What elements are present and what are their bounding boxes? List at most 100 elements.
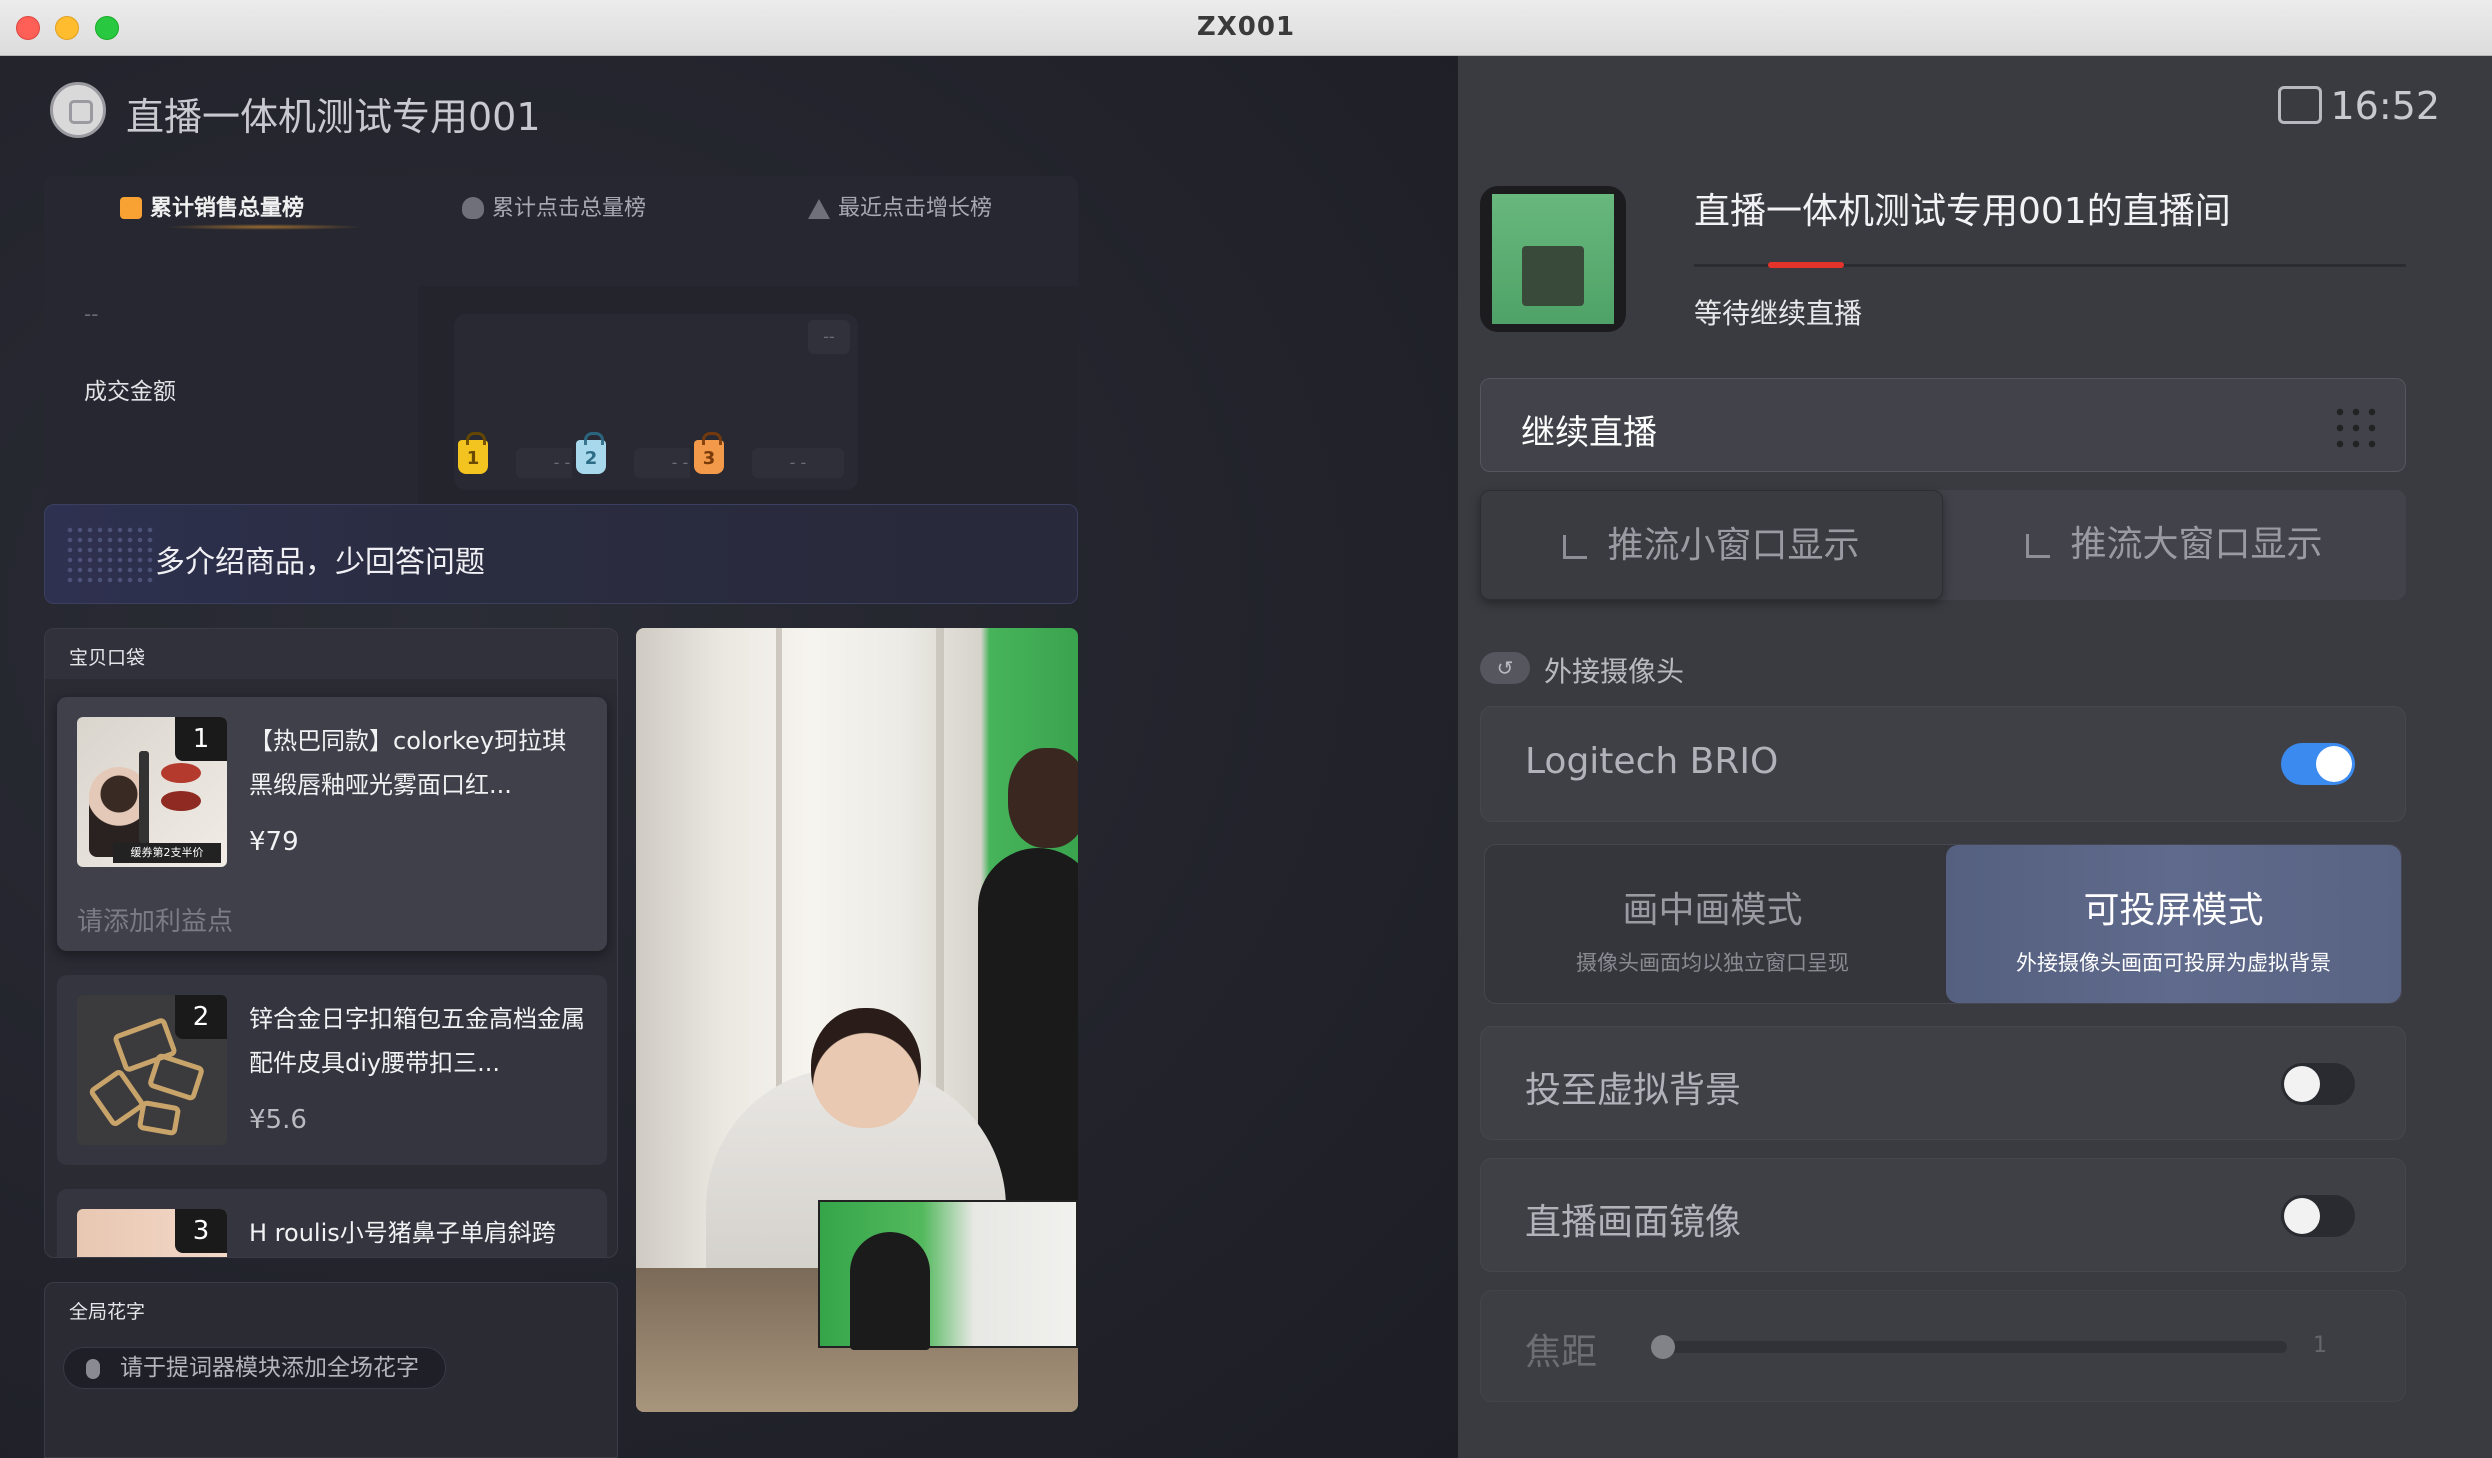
toggle-knob [2316, 746, 2352, 782]
window-title: ZX001 [1196, 12, 1296, 42]
focus-slider-track[interactable] [1657, 1341, 2287, 1353]
camera-name: Logitech BRIO [1525, 741, 1779, 782]
live-room-title: 直播一体机测试专用001的直播间 [1694, 191, 2231, 232]
product-name: H roulis小号猪鼻子单肩斜跨 [249, 1219, 556, 1247]
product-bag-title: 宝贝口袋 [69, 647, 146, 669]
focus-label: 焦距 [1525, 1332, 1598, 1373]
dots-pattern [65, 525, 155, 585]
virtual-background-row: 投至虚拟背景 [1480, 1026, 2406, 1140]
external-camera-label: 外接摄像头 [1544, 655, 1685, 688]
camera-row: Logitech BRIO [1480, 706, 2406, 822]
product-index: 3 [175, 1209, 227, 1253]
mirror-toggle[interactable] [2281, 1195, 2355, 1237]
product-name: 锌合金日字扣箱包五金高档金属配件皮具diy腰带扣三... [249, 1005, 585, 1077]
lip-swatch [161, 791, 201, 811]
virtual-background-toggle[interactable] [2281, 1063, 2355, 1105]
room-title: 直播一体机测试专用001 [126, 95, 541, 139]
product-item-2[interactable]: 2 锌合金日字扣箱包五金高档金属配件皮具diy腰带扣三... ¥5.6 [57, 975, 607, 1165]
window-titlebar: ZX001 [0, 0, 2492, 56]
mode-picture-in-picture[interactable]: 画中画模式 摄像头画面均以独立窗口呈现 [1485, 845, 1940, 1003]
left-pane: 直播一体机测试专用001 累计销售总量榜 累计点击总量榜 最近点击增长榜 -- … [0, 56, 1458, 1458]
toggle-knob [2284, 1066, 2320, 1102]
bag-icon [120, 197, 142, 219]
rank-slot-badge: -- [808, 320, 850, 354]
product-thumbnail: 3 [77, 1209, 227, 1257]
gmv-value: -- [84, 302, 99, 326]
pip-person [850, 1232, 930, 1350]
lip-swatch [161, 763, 201, 783]
host-tip-text: 多介绍商品，少回答问题 [155, 545, 485, 580]
title-divider-accent [1768, 262, 1844, 268]
camera-preview[interactable] [636, 628, 1078, 1412]
continue-live-button[interactable]: 继续直播 [1480, 378, 2406, 472]
live-room-cover[interactable] [1480, 186, 1626, 332]
add-benefit-point[interactable]: 请添加利益点 [77, 901, 233, 938]
product-item-1[interactable]: 缓券第2支半价 1 【热巴同款】colorkey珂拉琪黑缎唇釉哑光雾面口红...… [57, 697, 607, 951]
ranking-tabs: 累计销售总量榜 累计点击总量榜 最近点击增长榜 [44, 176, 1078, 232]
active-tab-indicator [164, 224, 364, 230]
mode-subtitle: 外接摄像头画面可投屏为虚拟背景 [2016, 951, 2331, 975]
back-icon[interactable]: ↺ [1480, 652, 1530, 684]
product-price: ¥5.6 [249, 1105, 307, 1135]
product-item-3[interactable]: 3 H roulis小号猪鼻子单肩斜跨 [57, 1189, 607, 1257]
buckle-shape [136, 1099, 182, 1137]
product-bag-header: 宝贝口袋 [45, 629, 617, 679]
focus-slider-handle[interactable] [1651, 1335, 1675, 1359]
product-bag-panel: 宝贝口袋 缓券第2支半价 1 【热巴同款】colorkey珂拉琪黑缎唇釉哑光雾面… [44, 628, 618, 1258]
global-flower-text-panel: 全局花字 请于提词器模块添加全场花字 [44, 1282, 618, 1458]
focus-row: 焦距 1 [1480, 1290, 2406, 1402]
monitor-icon [2278, 86, 2322, 124]
medal-bronze-icon: 3 [694, 432, 724, 474]
tab-sales-total[interactable]: 累计销售总量榜 [120, 190, 304, 222]
ranking-card: 累计销售总量榜 累计点击总量榜 最近点击增长榜 -- 成交金额 -- 1 - -… [44, 176, 1078, 536]
product-thumbnail: 缓券第2支半价 1 [77, 717, 227, 867]
thumbnail-promo-tag: 缓券第2支半价 [113, 843, 221, 863]
microphone-icon [86, 1359, 100, 1379]
tab-clicks-total[interactable]: 累计点击总量榜 [462, 190, 646, 222]
flower-text-hint[interactable]: 请于提词器模块添加全场花字 [63, 1347, 446, 1389]
product-price: ¥79 [249, 827, 299, 857]
tab-clicks-growth[interactable]: 最近点击增长榜 [808, 190, 992, 222]
mode-title: 画中画模式 [1622, 890, 1803, 931]
backdrop-fold [936, 628, 944, 1108]
gmv-label: 成交金额 [84, 379, 176, 405]
medal-gold-icon: 1 [458, 432, 488, 474]
seated-person-face [811, 1008, 921, 1128]
clock-time: 16:52 [2330, 84, 2440, 128]
stream-small-window-button[interactable]: 推流小窗口显示 [1480, 490, 1943, 600]
grip-dots-icon[interactable] [2331, 403, 2381, 453]
flower-text-placeholder: 请于提词器模块添加全场花字 [120, 1355, 419, 1381]
mode-castable[interactable]: 可投屏模式 外接摄像头画面可投屏为虚拟背景 [1946, 845, 2401, 1003]
rank-slot-3[interactable]: -- 3 - - [690, 314, 858, 490]
mode-title: 可投屏模式 [2083, 890, 2264, 931]
product-thumbnail: 2 [77, 995, 227, 1145]
expand-icon [2026, 534, 2051, 558]
stream-window-selector: 推流小窗口显示 推流大窗口显示 [1480, 490, 2406, 600]
standing-person-head [1008, 748, 1078, 848]
focus-value: 1 [2313, 1333, 2327, 1358]
mirror-row: 直播画面镜像 [1480, 1158, 2406, 1272]
backdrop-fold [776, 628, 782, 1128]
virtual-background-label: 投至虚拟背景 [1525, 1070, 1742, 1111]
product-index: 2 [175, 995, 227, 1039]
ranking-slots: -- 1 - - -- 2 - - -- 3 - - [418, 286, 1078, 536]
room-avatar[interactable] [50, 82, 106, 138]
fire-icon [462, 197, 484, 219]
product-name: 【热巴同款】colorkey珂拉琪黑缎唇釉哑光雾面口红... [249, 727, 567, 799]
continue-live-label: 继续直播 [1521, 413, 1657, 453]
stream-large-window-button[interactable]: 推流大窗口显示 [1943, 490, 2406, 600]
pip-camera-window[interactable] [818, 1200, 1078, 1350]
medal-silver-icon: 2 [576, 432, 606, 474]
host-tip-banner: 多介绍商品，少回答问题 [44, 504, 1078, 604]
mode-subtitle: 摄像头画面均以独立窗口呈现 [1576, 951, 1849, 975]
camera-mode-selector: 画中画模式 摄像头画面均以独立窗口呈现 可投屏模式 外接摄像头画面可投屏为虚拟背… [1484, 844, 2402, 1004]
cover-image [1492, 194, 1614, 324]
live-status: 等待继续直播 [1694, 297, 1863, 330]
rank-slot-value: - - [752, 448, 844, 478]
camera-toggle[interactable] [2281, 743, 2355, 785]
right-pane: 16:52 直播一体机测试专用001的直播间 等待继续直播 继续直播 推流小窗口… [1458, 56, 2492, 1458]
flower-text-title: 全局花字 [69, 1301, 146, 1323]
shrink-icon [1563, 535, 1588, 559]
product-index: 1 [175, 717, 227, 761]
buckle-shape [146, 1052, 206, 1102]
